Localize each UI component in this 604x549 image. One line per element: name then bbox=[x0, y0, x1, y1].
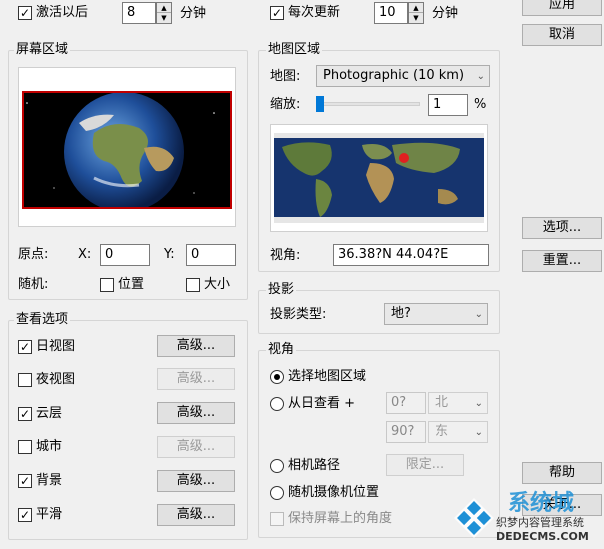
random-position-checkbox[interactable] bbox=[100, 278, 114, 292]
day-view-advanced-button[interactable]: 高级... bbox=[157, 335, 235, 357]
latitude-direction-value: 北 bbox=[435, 395, 449, 410]
activate-minutes-spinner[interactable]: ▲ ▼ bbox=[156, 2, 172, 24]
night-view-advanced-button[interactable]: 高级... bbox=[157, 368, 235, 390]
map-select-value: Photographic (10 km) bbox=[323, 68, 465, 83]
night-view-checkbox[interactable] bbox=[18, 373, 32, 387]
background-advanced-button[interactable]: 高级... bbox=[157, 470, 235, 492]
update-label: 每次更新 bbox=[288, 5, 341, 20]
activate-checkbox[interactable]: ✓ bbox=[18, 6, 32, 20]
from-sun-label: 从日查看 + bbox=[288, 396, 356, 411]
apply-button[interactable]: 应用 bbox=[522, 0, 602, 16]
chevron-down-icon: ⌄ bbox=[474, 427, 483, 438]
keep-angle-checkbox[interactable] bbox=[270, 512, 284, 526]
cities-label: 城市 bbox=[36, 439, 63, 454]
projection-title: 投影 bbox=[266, 282, 297, 297]
map-area-title: 地图区域 bbox=[266, 42, 323, 57]
zoom-label: 缩放: bbox=[270, 97, 301, 112]
activate-unit-label: 分钟 bbox=[180, 6, 207, 21]
map-preview bbox=[270, 124, 488, 232]
smooth-advanced-button[interactable]: 高级... bbox=[157, 504, 235, 526]
random-camera-radio[interactable] bbox=[270, 486, 284, 500]
camera-path-label: 相机路径 bbox=[288, 458, 341, 473]
globe-icon bbox=[26, 93, 215, 207]
background-label: 背景 bbox=[36, 473, 63, 488]
view-coordinates-input[interactable]: 36.38?N 44.04?E bbox=[333, 244, 489, 266]
watermark-brand: 系统城 bbox=[508, 491, 575, 516]
clouds-checkbox[interactable]: ✓ bbox=[18, 407, 32, 421]
random-size-checkbox[interactable] bbox=[186, 278, 200, 292]
spin-up-icon[interactable]: ▲ bbox=[157, 3, 171, 13]
fixed-button[interactable]: 限定... bbox=[386, 454, 464, 476]
origin-y-input[interactable]: 0 bbox=[186, 244, 236, 266]
chevron-down-icon: ⌄ bbox=[476, 71, 485, 82]
activate-minutes-input[interactable]: 8 bbox=[122, 2, 156, 24]
cities-advanced-button[interactable]: 高级... bbox=[157, 436, 235, 458]
longitude-direction-select[interactable]: 东 ⌄ bbox=[428, 421, 488, 443]
activate-label: 激活以后 bbox=[36, 5, 89, 20]
spin-up-icon[interactable]: ▲ bbox=[409, 3, 423, 13]
cities-checkbox[interactable] bbox=[18, 440, 32, 454]
world-map-icon bbox=[274, 133, 484, 223]
smooth-label: 平滑 bbox=[36, 507, 63, 522]
random-size-label: 大小 bbox=[204, 277, 231, 292]
origin-x-label: X: bbox=[78, 247, 92, 262]
clouds-label: 云层 bbox=[36, 406, 63, 421]
chevron-down-icon: ⌄ bbox=[474, 398, 483, 409]
zoom-input[interactable]: 1 bbox=[428, 94, 468, 116]
watermark-line1: 织梦内容管理系统 bbox=[496, 516, 584, 529]
screen-preview-frame bbox=[18, 67, 236, 227]
projection-type-value: 地? bbox=[391, 306, 411, 321]
longitude-direction-value: 东 bbox=[435, 424, 449, 439]
origin-label: 原点: bbox=[18, 247, 49, 262]
smooth-checkbox[interactable]: ✓ bbox=[18, 508, 32, 522]
projection-type-select[interactable]: 地? ⌄ bbox=[384, 303, 488, 325]
select-region-label: 选择地图区域 bbox=[288, 369, 367, 384]
zoom-slider-thumb[interactable] bbox=[316, 96, 324, 112]
watermark: 系统城 织梦内容管理系统 DEDECMS.COM bbox=[452, 490, 604, 549]
zoom-slider-track[interactable] bbox=[316, 102, 420, 106]
random-position-label: 位置 bbox=[118, 277, 145, 292]
random-camera-label: 随机摄像机位置 bbox=[288, 485, 380, 500]
screen-area-title: 屏幕区域 bbox=[14, 42, 71, 57]
options-button[interactable]: 选项... bbox=[522, 217, 602, 239]
map-select[interactable]: Photographic (10 km) ⌄ bbox=[316, 65, 490, 87]
update-minutes-input[interactable]: 10 bbox=[374, 2, 408, 24]
update-checkbox[interactable]: ✓ bbox=[270, 6, 284, 20]
help-button[interactable]: 帮助 bbox=[522, 462, 602, 484]
screen-preview bbox=[22, 91, 232, 209]
zoom-unit-label: % bbox=[474, 97, 487, 112]
background-checkbox[interactable]: ✓ bbox=[18, 474, 32, 488]
day-view-label: 日视图 bbox=[36, 339, 76, 354]
origin-x-input[interactable]: 0 bbox=[100, 244, 150, 266]
night-view-label: 夜视图 bbox=[36, 372, 76, 387]
map-viewpoint-marker[interactable] bbox=[399, 153, 409, 163]
camera-path-radio[interactable] bbox=[270, 459, 284, 473]
latitude-input[interactable]: 0? bbox=[386, 392, 426, 414]
reset-button[interactable]: 重置... bbox=[522, 250, 602, 272]
spin-down-icon[interactable]: ▼ bbox=[409, 13, 423, 23]
longitude-input[interactable]: 90? bbox=[386, 421, 426, 443]
update-minutes-spinner[interactable]: ▲ ▼ bbox=[408, 2, 424, 24]
cancel-button[interactable]: 取消 bbox=[522, 24, 602, 46]
keep-angle-label: 保持屏幕上的角度 bbox=[288, 511, 393, 526]
origin-y-label: Y: bbox=[164, 247, 175, 262]
day-view-checkbox[interactable]: ✓ bbox=[18, 340, 32, 354]
chevron-down-icon: ⌄ bbox=[474, 309, 483, 320]
map-label: 地图: bbox=[270, 69, 301, 84]
from-sun-radio[interactable] bbox=[270, 397, 284, 411]
clouds-advanced-button[interactable]: 高级... bbox=[157, 402, 235, 424]
random-label: 随机: bbox=[18, 277, 49, 292]
projection-type-label: 投影类型: bbox=[270, 307, 327, 322]
view-label: 视角: bbox=[270, 248, 301, 263]
windows-logo-icon bbox=[454, 498, 494, 538]
select-region-radio[interactable] bbox=[270, 370, 284, 384]
update-unit-label: 分钟 bbox=[432, 6, 459, 21]
viewpoint-title: 视角 bbox=[266, 342, 297, 357]
spin-down-icon[interactable]: ▼ bbox=[157, 13, 171, 23]
view-options-title: 查看选项 bbox=[14, 312, 71, 327]
watermark-line2: DEDECMS.COM bbox=[496, 530, 589, 543]
latitude-direction-select[interactable]: 北 ⌄ bbox=[428, 392, 488, 414]
